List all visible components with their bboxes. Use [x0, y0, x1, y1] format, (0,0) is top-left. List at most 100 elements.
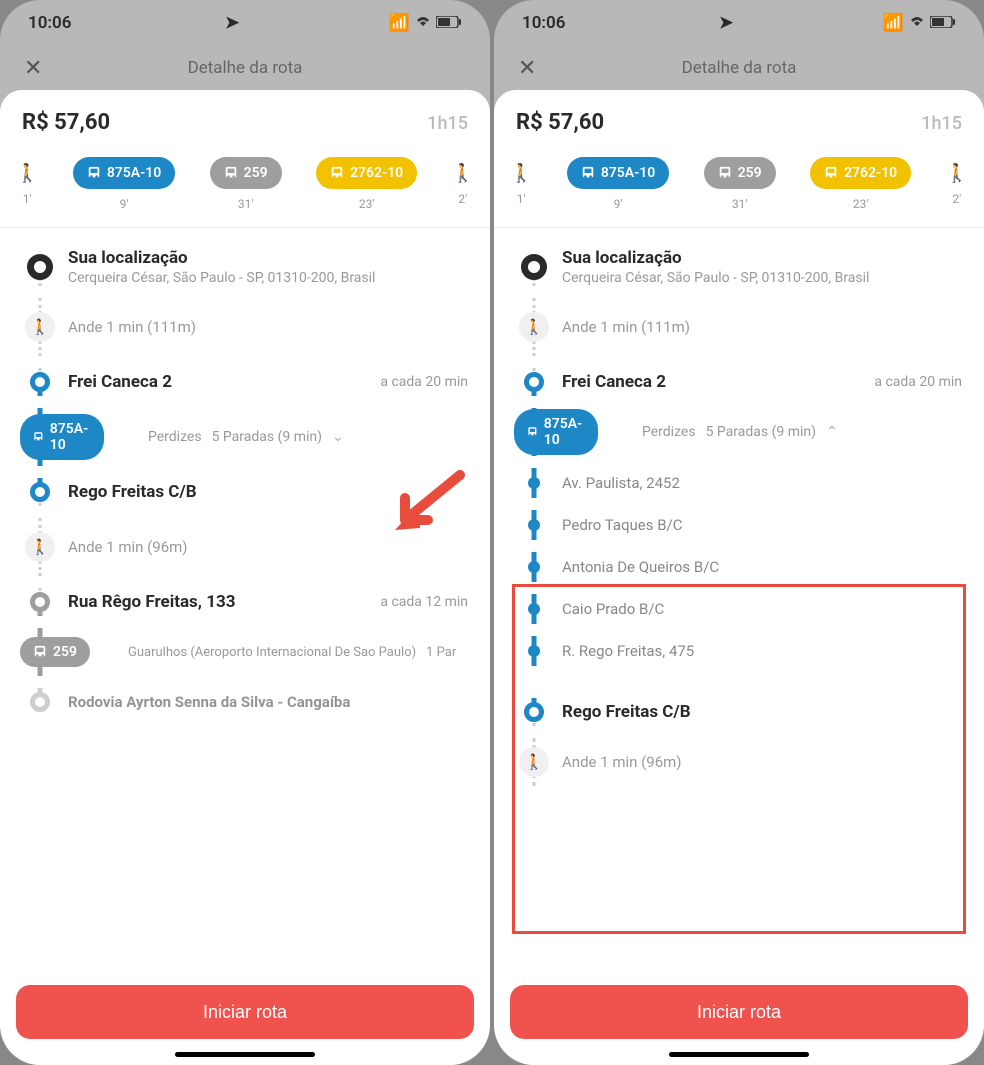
modal-header: ✕ Detalhe da rota	[0, 46, 490, 90]
stop-node-icon	[30, 372, 50, 392]
origin-row: Sua localização Cerqueira César, São Pau…	[494, 242, 984, 292]
walk-icon: 🚶	[946, 163, 968, 184]
location-icon: ➤	[225, 13, 239, 33]
stop-title: Rua Rêgo Freitas, 133	[68, 592, 380, 612]
bus-pill-875a: 875A-10	[73, 157, 175, 189]
legs-bar[interactable]: 🚶 1' 875A-10 9' 259 31' 2	[494, 147, 984, 217]
sheet: R$ 57,60 1h15 🚶 1' 875A-10 9' 259 31'	[0, 90, 490, 1065]
stop-rego-freitas[interactable]: Rego Freitas C/B	[494, 692, 984, 732]
origin-sub: Cerqueira César, São Paulo - SP, 01310-2…	[562, 270, 962, 286]
status-right: 📶	[883, 13, 956, 33]
leg-time: 23'	[359, 197, 375, 211]
substop-node-icon	[528, 603, 540, 615]
walk-row: 🚶 Ande 1 min (111m)	[0, 292, 490, 362]
bus-pill-259: 259	[704, 157, 776, 189]
leg-time: 2'	[458, 192, 467, 206]
bus-icon	[330, 166, 344, 180]
bus-pill-875a: 875A-10	[567, 157, 669, 189]
line-259-row[interactable]: 259 Guarulhos (Aeroporto Internacional D…	[0, 622, 490, 682]
chevron-up-icon[interactable]: ⌃	[826, 424, 838, 440]
leg-walk-1: 🚶 1'	[16, 163, 38, 206]
origin-node-icon	[27, 254, 53, 280]
wifi-icon	[414, 13, 432, 33]
stops-count: 5 Paradas (9 min)	[706, 424, 816, 440]
origin-row: Sua localização Cerqueira César, São Pau…	[0, 242, 490, 292]
walk-text: Ande 1 min (96m)	[562, 753, 962, 771]
walk-text: Ande 1 min (111m)	[68, 318, 468, 336]
bus-icon	[33, 430, 44, 444]
duration: 1h15	[921, 113, 962, 134]
leg-time: 2'	[952, 192, 961, 206]
close-icon[interactable]: ✕	[518, 56, 536, 81]
substop-row: Antonia De Queiros B/C	[494, 546, 984, 588]
leg-bus-1[interactable]: 875A-10 9'	[567, 157, 669, 211]
bus-icon	[224, 166, 238, 180]
leg-time: 23'	[853, 197, 869, 211]
sheet: R$ 57,60 1h15 🚶 1' 875A-10 9' 259 31'	[494, 90, 984, 1065]
leg-time: 1'	[23, 192, 32, 206]
bus-icon	[824, 166, 838, 180]
bus-pill-2762: 2762-10	[810, 157, 911, 189]
leg-walk-2: 🚶 2'	[946, 163, 968, 206]
stop-node-icon	[524, 372, 544, 392]
leg-bus-3[interactable]: 2762-10 23'	[810, 157, 911, 211]
origin-node-icon	[521, 254, 547, 280]
leg-bus-1[interactable]: 875A-10 9'	[73, 157, 175, 211]
walk-icon: 🚶	[519, 312, 549, 342]
walk-row: 🚶 Ande 1 min (111m)	[494, 292, 984, 362]
line-875a-row[interactable]: 875A-10 Perdizes 5 Paradas (9 min) ⌄	[0, 402, 490, 472]
page-title: Detalhe da rota	[682, 58, 797, 78]
phone-left: 10:06 ➤ 📶 ✕ Detalhe da rota R$ 57,60 1h1…	[0, 0, 490, 1065]
home-indicator[interactable]	[669, 1052, 809, 1057]
signal-icon: 📶	[389, 13, 410, 33]
itinerary[interactable]: Sua localização Cerqueira César, São Pau…	[0, 228, 490, 1065]
frequency: a cada 12 min	[380, 594, 468, 610]
substop-row: Av. Paulista, 2452	[494, 462, 984, 504]
leg-bus-2[interactable]: 259 31'	[704, 157, 776, 211]
bus-icon	[718, 166, 732, 180]
bus-pill-2762: 2762-10	[316, 157, 417, 189]
line-875a-row[interactable]: 875A-10 Perdizes 5 Paradas (9 min) ⌃	[494, 402, 984, 462]
stop-rua-rego-133[interactable]: Rua Rêgo Freitas, 133 a cada 12 min	[0, 582, 490, 622]
bus-icon	[33, 645, 47, 659]
price: R$ 57,60	[516, 110, 604, 135]
itinerary[interactable]: Sua localização Cerqueira César, São Pau…	[494, 228, 984, 1065]
frequency: a cada 20 min	[874, 374, 962, 390]
stop-node-icon	[30, 692, 50, 712]
leg-bus-2[interactable]: 259 31'	[210, 157, 282, 211]
home-indicator[interactable]	[175, 1052, 315, 1057]
modal-header: ✕ Detalhe da rota	[494, 46, 984, 90]
walk-icon: 🚶	[16, 163, 38, 184]
page-title: Detalhe da rota	[188, 58, 303, 78]
start-route-button[interactable]: Iniciar rota	[16, 985, 474, 1039]
substop: Pedro Taques B/C	[562, 510, 962, 540]
status-bar: 10:06 ➤ 📶	[0, 0, 490, 46]
leg-bus-3[interactable]: 2762-10 23'	[316, 157, 417, 211]
leg-walk-2: 🚶 2'	[452, 163, 474, 206]
start-route-button[interactable]: Iniciar rota	[510, 985, 968, 1039]
bus-pill-259: 259	[20, 637, 90, 667]
stop-title: Rodovia Ayrton Senna da Silva - Cangaíba	[68, 693, 468, 711]
bus-pill-875a: 875A-10	[514, 409, 598, 455]
leg-time: 1'	[517, 192, 526, 206]
close-icon[interactable]: ✕	[24, 56, 42, 81]
substop: Antonia De Queiros B/C	[562, 552, 962, 582]
walk-icon: 🚶	[452, 163, 474, 184]
battery-icon	[436, 13, 462, 33]
status-time: 10:06	[28, 13, 71, 33]
chevron-down-icon[interactable]: ⌄	[332, 429, 344, 445]
origin-title: Sua localização	[562, 248, 962, 268]
stop-ayrton-senna[interactable]: Rodovia Ayrton Senna da Silva - Cangaíba	[0, 682, 490, 722]
walk-icon: 🚶	[25, 312, 55, 342]
status-right: 📶	[389, 13, 462, 33]
substop-row: R. Rego Freitas, 475	[494, 630, 984, 672]
leg-time: 9'	[614, 197, 623, 211]
stop-frei-caneca[interactable]: Frei Caneca 2 a cada 20 min	[0, 362, 490, 402]
bus-icon	[527, 425, 538, 439]
substop-node-icon	[528, 645, 540, 657]
price: R$ 57,60	[22, 110, 110, 135]
walk-icon: 🚶	[25, 532, 55, 562]
legs-bar[interactable]: 🚶 1' 875A-10 9' 259 31' 2	[0, 147, 490, 217]
stop-frei-caneca[interactable]: Frei Caneca 2 a cada 20 min	[494, 362, 984, 402]
line-dest: Perdizes	[148, 429, 202, 445]
